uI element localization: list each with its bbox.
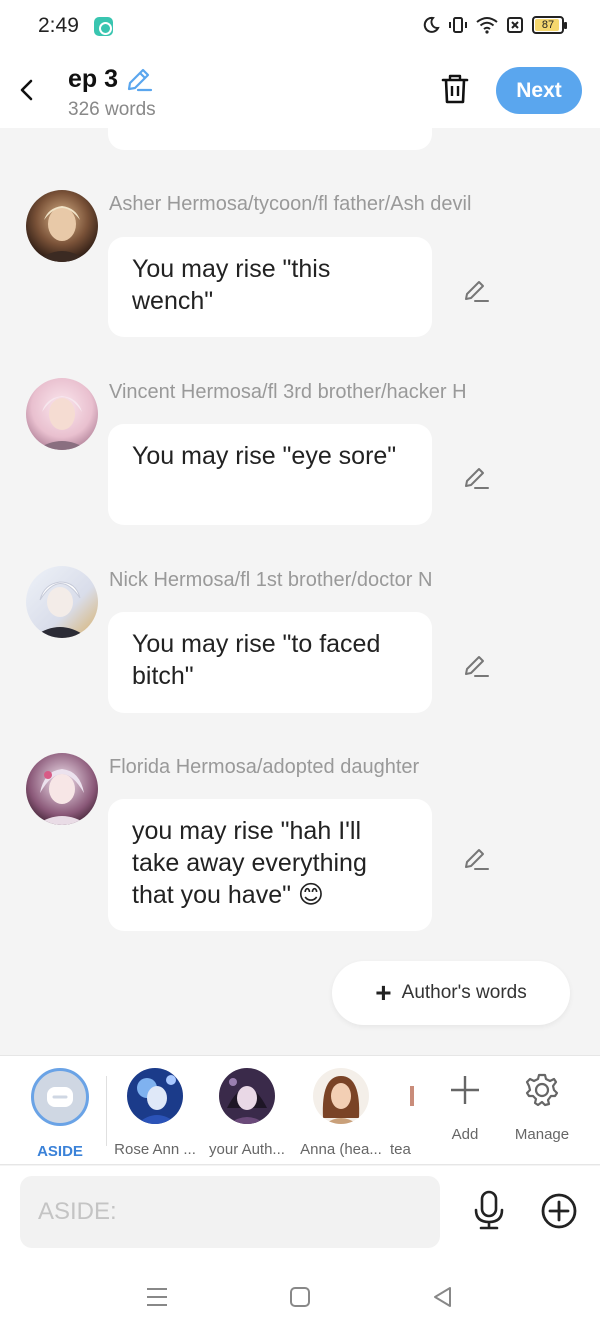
- divider: [106, 1076, 107, 1146]
- next-button[interactable]: Next: [496, 67, 582, 114]
- word-count: 326 words: [68, 99, 156, 120]
- speaker-name: Nick Hermosa/fl 1st brother/doctor N: [109, 569, 433, 591]
- speaker-name: Vincent Hermosa/fl 3rd brother/hacker H: [109, 381, 467, 403]
- back-button[interactable]: [14, 72, 40, 108]
- character-avatar: [390, 1068, 420, 1124]
- episode-title: ep 3: [68, 65, 119, 93]
- manage-button[interactable]: Manage: [507, 1070, 577, 1143]
- message-bubble[interactable]: You may rise "this wench": [108, 237, 432, 337]
- character-rose-ann[interactable]: Rose Ann ...: [110, 1068, 200, 1158]
- edit-title-icon[interactable]: [125, 65, 153, 93]
- sim-off-icon: [507, 17, 523, 33]
- battery-icon: 87: [532, 16, 567, 34]
- system-navigation-bar: [0, 1258, 600, 1333]
- message-bubble[interactable]: You may rise "eye sore": [108, 424, 432, 525]
- back-triangle-icon[interactable]: [430, 1284, 456, 1310]
- authors-words-label: Author's words: [401, 982, 527, 1003]
- home-icon[interactable]: [287, 1284, 313, 1310]
- character-label: Anna (hea...: [300, 1141, 382, 1158]
- edit-message-icon[interactable]: [463, 277, 489, 303]
- avatar[interactable]: [26, 566, 98, 638]
- edit-message-icon[interactable]: [463, 464, 489, 490]
- character-aside[interactable]: ASIDE: [15, 1068, 105, 1160]
- gear-icon: [525, 1073, 559, 1107]
- status-icons: 87: [422, 15, 567, 35]
- character-avatar: [313, 1068, 369, 1124]
- moon-icon: [423, 16, 440, 33]
- authors-words-button[interactable]: + Author's words: [332, 961, 570, 1025]
- character-label: Rose Ann ...: [114, 1141, 196, 1158]
- aside-avatar: [31, 1068, 89, 1126]
- avatar[interactable]: [26, 378, 98, 450]
- character-label: ASIDE: [37, 1143, 83, 1160]
- character-your-author[interactable]: your Auth...: [202, 1068, 292, 1158]
- speaker-name: Asher Hermosa/tycoon/fl father/Ash devil: [109, 193, 472, 215]
- menu-icon[interactable]: [144, 1284, 170, 1310]
- status-bar: 2:49 87: [0, 0, 600, 52]
- speaker-name: Florida Hermosa/adopted daughter: [109, 756, 420, 778]
- plus-icon: +: [375, 977, 392, 1008]
- edit-message-icon[interactable]: [463, 845, 489, 871]
- vibrate-icon: [449, 17, 467, 33]
- character-label: tea: [390, 1141, 411, 1158]
- add-circle-icon[interactable]: [540, 1192, 578, 1230]
- chat-bubble-icon: [47, 1087, 73, 1107]
- aside-input[interactable]: [20, 1176, 440, 1248]
- add-label: Add: [451, 1126, 479, 1143]
- story-content[interactable]: Asher Hermosa/tycoon/fl father/Ash devil…: [0, 128, 600, 1055]
- previous-message-bubble[interactable]: [108, 128, 432, 150]
- character-avatar: [219, 1068, 275, 1124]
- microphone-icon[interactable]: [472, 1190, 506, 1230]
- avatar[interactable]: [26, 753, 98, 825]
- message-bubble[interactable]: you may rise "hah I'll take away everyth…: [108, 799, 432, 931]
- add-character-button[interactable]: Add: [430, 1070, 500, 1143]
- message-bubble[interactable]: You may rise "to faced bitch": [108, 612, 432, 713]
- character-avatar: [127, 1068, 183, 1124]
- editor-header: ep 3 326 words Next: [0, 52, 600, 128]
- app-notification-icon: [94, 17, 113, 36]
- delete-button[interactable]: [439, 72, 471, 106]
- wifi-icon: [476, 17, 498, 34]
- character-anna[interactable]: Anna (hea...: [296, 1068, 386, 1158]
- avatar[interactable]: [26, 190, 98, 262]
- plus-icon: [451, 1076, 479, 1104]
- manage-label: Manage: [514, 1126, 570, 1143]
- edit-message-icon[interactable]: [463, 652, 489, 678]
- character-tea[interactable]: tea: [390, 1068, 420, 1158]
- status-time: 2:49: [38, 14, 79, 37]
- input-bar: [0, 1166, 600, 1258]
- character-bar: ASIDE Rose Ann ... your Auth... Anna (he…: [0, 1055, 600, 1165]
- character-label: your Auth...: [209, 1141, 285, 1158]
